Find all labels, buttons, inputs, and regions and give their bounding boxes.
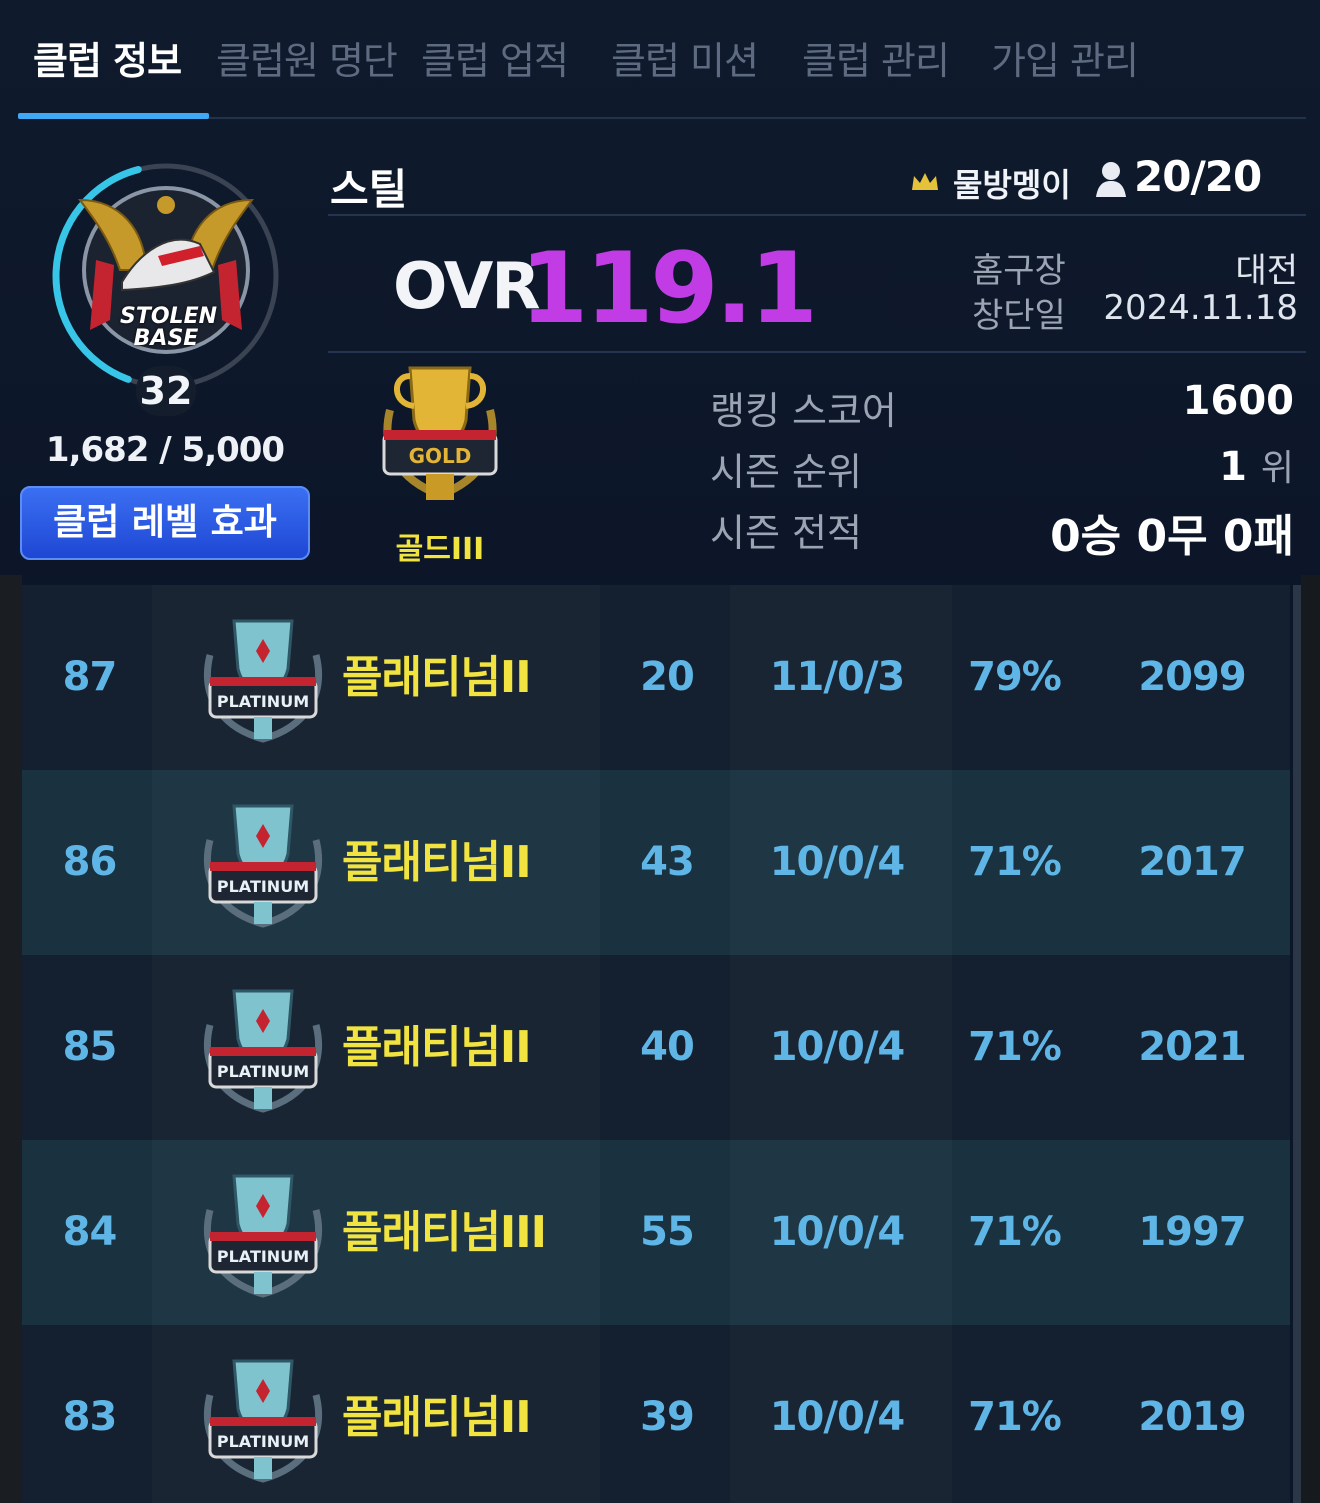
platinum-tier-icon: PLATINUM [203,1174,323,1298]
member-count-cell: 43 [640,839,695,885]
club-exp: 1,682 / 5,000 [45,430,285,470]
founded-value: 2024.11.18 [1103,288,1298,328]
ovr-label: OVR [393,250,540,324]
tab-club-management[interactable]: 클럽 관리 [802,30,950,85]
record-cell: 10/0/4 [769,1024,906,1070]
table-row[interactable]: PLATINUM 83 플래티넘II 39 10/0/4 71% 2019 [22,1325,1290,1503]
member-count-cell: 20 [640,654,695,700]
club-level-badge: 32 [136,366,196,416]
tier-label: 플래티넘II [342,837,532,888]
header-divider [328,214,1306,216]
founded-label: 창단일 [972,296,1066,336]
gold-trophy-icon: GOLD [382,366,498,500]
win-rate-cell: 79% [968,654,1062,700]
tier-label: 플래티넘II [342,1392,532,1443]
platinum-badge-text: PLATINUM [217,1247,309,1266]
tab-bar: 클럽 정보 클럽원 명단 클럽 업적 클럽 미션 클럽 관리 가입 관리 [0,0,1320,120]
home-stadium-label: 홈구장 [972,251,1066,291]
ovr-divider [328,351,1306,353]
tab-divider [18,117,1306,119]
season-rank-value: 1 위 [1219,439,1294,491]
tier-label: 플래티넘III [342,1207,547,1258]
club-emblem: STOLEN BASE [50,160,282,392]
record-cell: 10/0/4 [769,1394,906,1440]
platinum-badge-text: PLATINUM [217,1062,309,1081]
season-rank-number: 1 [1219,444,1247,490]
table-row[interactable]: PLATINUM 84 플래티넘III 55 10/0/4 71% 1997 [22,1140,1290,1325]
level-progress-ring [52,163,279,389]
trophy-badge-text: GOLD [409,444,472,468]
tab-club-info[interactable]: 클럽 정보 [33,30,182,85]
record-cell: 11/0/3 [769,654,906,700]
crown-icon [912,173,938,190]
platinum-tier-icon: PLATINUM [203,989,323,1113]
tab-club-missions[interactable]: 클럽 미션 [611,30,759,85]
score-cell: 2019 [1138,1394,1246,1440]
tier-label: 플래티넘II [342,652,532,703]
scrollbar[interactable] [1293,585,1301,1503]
tier-name: 골드III [395,532,485,567]
club-level-effect-button[interactable]: 클럽 레벨 효과 [20,486,310,560]
person-icon [1096,162,1126,197]
score-cell: 2021 [1138,1024,1246,1070]
ranking-score-value: 1600 [1182,378,1294,424]
table-row[interactable]: PLATINUM 85 플래티넘II 40 10/0/4 71% 2021 [22,955,1290,1140]
home-stadium-value: 대전 [1235,251,1298,291]
win-rate-cell: 71% [968,1209,1062,1255]
ovr-value: 119.1 [520,232,818,346]
club-name: 스틸 [330,165,408,214]
platinum-tier-icon: PLATINUM [203,804,323,928]
club-number: 87 [62,654,118,700]
club-number: 84 [62,1209,118,1255]
score-cell: 2099 [1138,654,1246,700]
tab-member-list[interactable]: 클럽원 명단 [216,30,398,85]
active-tab-indicator [18,113,209,119]
tab-club-achievements[interactable]: 클럽 업적 [421,30,569,85]
club-master-name: 물방멩이 [953,166,1071,204]
member-count-cell: 39 [640,1394,695,1440]
season-rank-label: 시즌 순위 [710,450,862,494]
win-rate-cell: 71% [968,1394,1062,1440]
club-number: 83 [62,1394,118,1440]
member-count-cell: 55 [640,1209,695,1255]
club-number: 86 [62,839,118,885]
win-rate-cell: 71% [968,839,1062,885]
table-row[interactable]: PLATINUM 87 플래티넘II 20 11/0/3 79% 2099 [22,585,1290,770]
club-number: 85 [62,1024,118,1070]
season-record-label: 시즌 전적 [710,511,862,555]
win-rate-cell: 71% [968,1024,1062,1070]
table-left-edge [0,575,22,1503]
member-count-cell: 40 [640,1024,695,1070]
table-row[interactable]: PLATINUM 86 플래티넘II 43 10/0/4 71% 2017 [22,770,1290,955]
score-cell: 1997 [1138,1209,1246,1255]
platinum-tier-icon: PLATINUM [203,1359,323,1483]
member-count: 20/20 [1134,152,1262,201]
table-right-edge [1301,575,1320,1503]
score-cell: 2017 [1138,839,1246,885]
tier-label: 플래티넘II [342,1022,532,1073]
platinum-badge-text: PLATINUM [217,877,309,896]
season-rank-unit: 위 [1260,448,1294,489]
record-cell: 10/0/4 [769,1209,906,1255]
ranking-table: PLATINUM 87 플래티넘II 20 11/0/3 79% 2099 PLATINUM 8… [22,585,1290,1503]
season-record-value: 0승 0무 0패 [1050,511,1294,562]
record-cell: 10/0/4 [769,839,906,885]
emblem-text: STOLEN BASE [120,304,218,351]
platinum-tier-icon: PLATINUM [203,619,323,743]
platinum-badge-text: PLATINUM [217,692,309,711]
platinum-badge-text: PLATINUM [217,1432,309,1451]
tab-join-management[interactable]: 가입 관리 [991,30,1139,85]
ranking-score-label: 랭킹 스코어 [710,389,897,433]
